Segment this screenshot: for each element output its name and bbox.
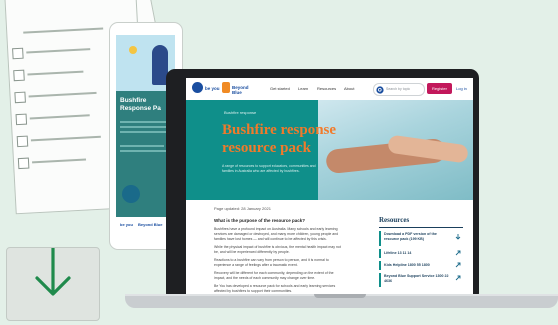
link-icon: [455, 262, 461, 268]
register-button[interactable]: Register: [427, 83, 452, 94]
article-question: What is the purpose of the resource pack…: [214, 218, 306, 223]
login-link[interactable]: Log in: [456, 86, 467, 91]
resource-item-lifeline[interactable]: Lifeline 13 11 14: [379, 249, 465, 258]
article-paragraph: Bushfires have a profound impact on Aust…: [214, 227, 339, 241]
article-paragraph: Reactions to a bushfire can vary from pe…: [214, 258, 329, 267]
download-tile[interactable]: [6, 247, 100, 321]
hero-banner: Bushfire response Bushfire response reso…: [186, 100, 473, 200]
sun-icon: [129, 46, 137, 54]
hero-photo: [318, 100, 473, 200]
search-placeholder: Search by topic: [386, 87, 411, 91]
article-paragraph: While the physical impact of bushfire is…: [214, 245, 341, 254]
search-input[interactable]: Search by topic: [373, 83, 425, 96]
resource-item-kids-helpline[interactable]: Kids Helpline 1800 55 1800: [379, 261, 465, 270]
logo-be-you[interactable]: be you: [205, 86, 220, 91]
resource-link: Lifeline 13 11 14: [384, 251, 412, 255]
link-icon: [455, 275, 461, 281]
laptop-screen: be you Beyond Blue Get started Learn Res…: [186, 78, 473, 294]
resource-link: Download a PDF version of the resource p…: [384, 232, 437, 241]
page-updated: Page updated: 28 January 2021: [214, 206, 271, 211]
tablet-brand-be-you: be you: [120, 222, 133, 227]
hero-title-line2: resource pack: [222, 140, 312, 156]
register-label: Register: [432, 86, 447, 91]
resources-heading: Resources: [379, 216, 410, 224]
article-paragraph: Recovery will be different for each comm…: [214, 271, 334, 280]
nav-get-started[interactable]: Get started: [270, 86, 290, 91]
logo-beyond-blue[interactable]: Beyond Blue: [232, 85, 254, 95]
resource-link: Beyond Blue Support Service 1300 22 4636: [384, 274, 449, 283]
resource-item-pdf[interactable]: Download a PDF version of the resource p…: [379, 231, 465, 246]
resource-item-beyond-blue[interactable]: Beyond Blue Support Service 1300 22 4636: [379, 273, 465, 287]
tablet-brand-beyond-blue: Beyond Blue: [138, 222, 163, 227]
logo-beyond-blue-mark: [222, 82, 230, 93]
tablet-badge: [122, 185, 140, 203]
hero-breadcrumb[interactable]: Bushfire response: [224, 110, 256, 115]
nav-resources[interactable]: Resources: [317, 86, 336, 91]
resources-divider: [379, 227, 463, 228]
search-icon: [376, 85, 384, 94]
nav-learn[interactable]: Learn: [298, 86, 308, 91]
download-icon: [455, 234, 461, 240]
link-icon: [455, 250, 461, 256]
download-arrow-icon: [35, 248, 71, 296]
logo-be-you-mark: [192, 82, 203, 93]
laptop-notch: [314, 294, 366, 298]
resource-link: Kids Helpline 1800 55 1800: [384, 263, 430, 267]
hero-intro: A range of resources to support educator…: [222, 164, 316, 173]
nav-about[interactable]: About: [344, 86, 354, 91]
hero-title-line1: Bushfire response: [222, 122, 337, 138]
article-paragraph: Be You has developed a resource pack for…: [214, 284, 336, 293]
site-header: be you Beyond Blue Get started Learn Res…: [186, 78, 473, 101]
